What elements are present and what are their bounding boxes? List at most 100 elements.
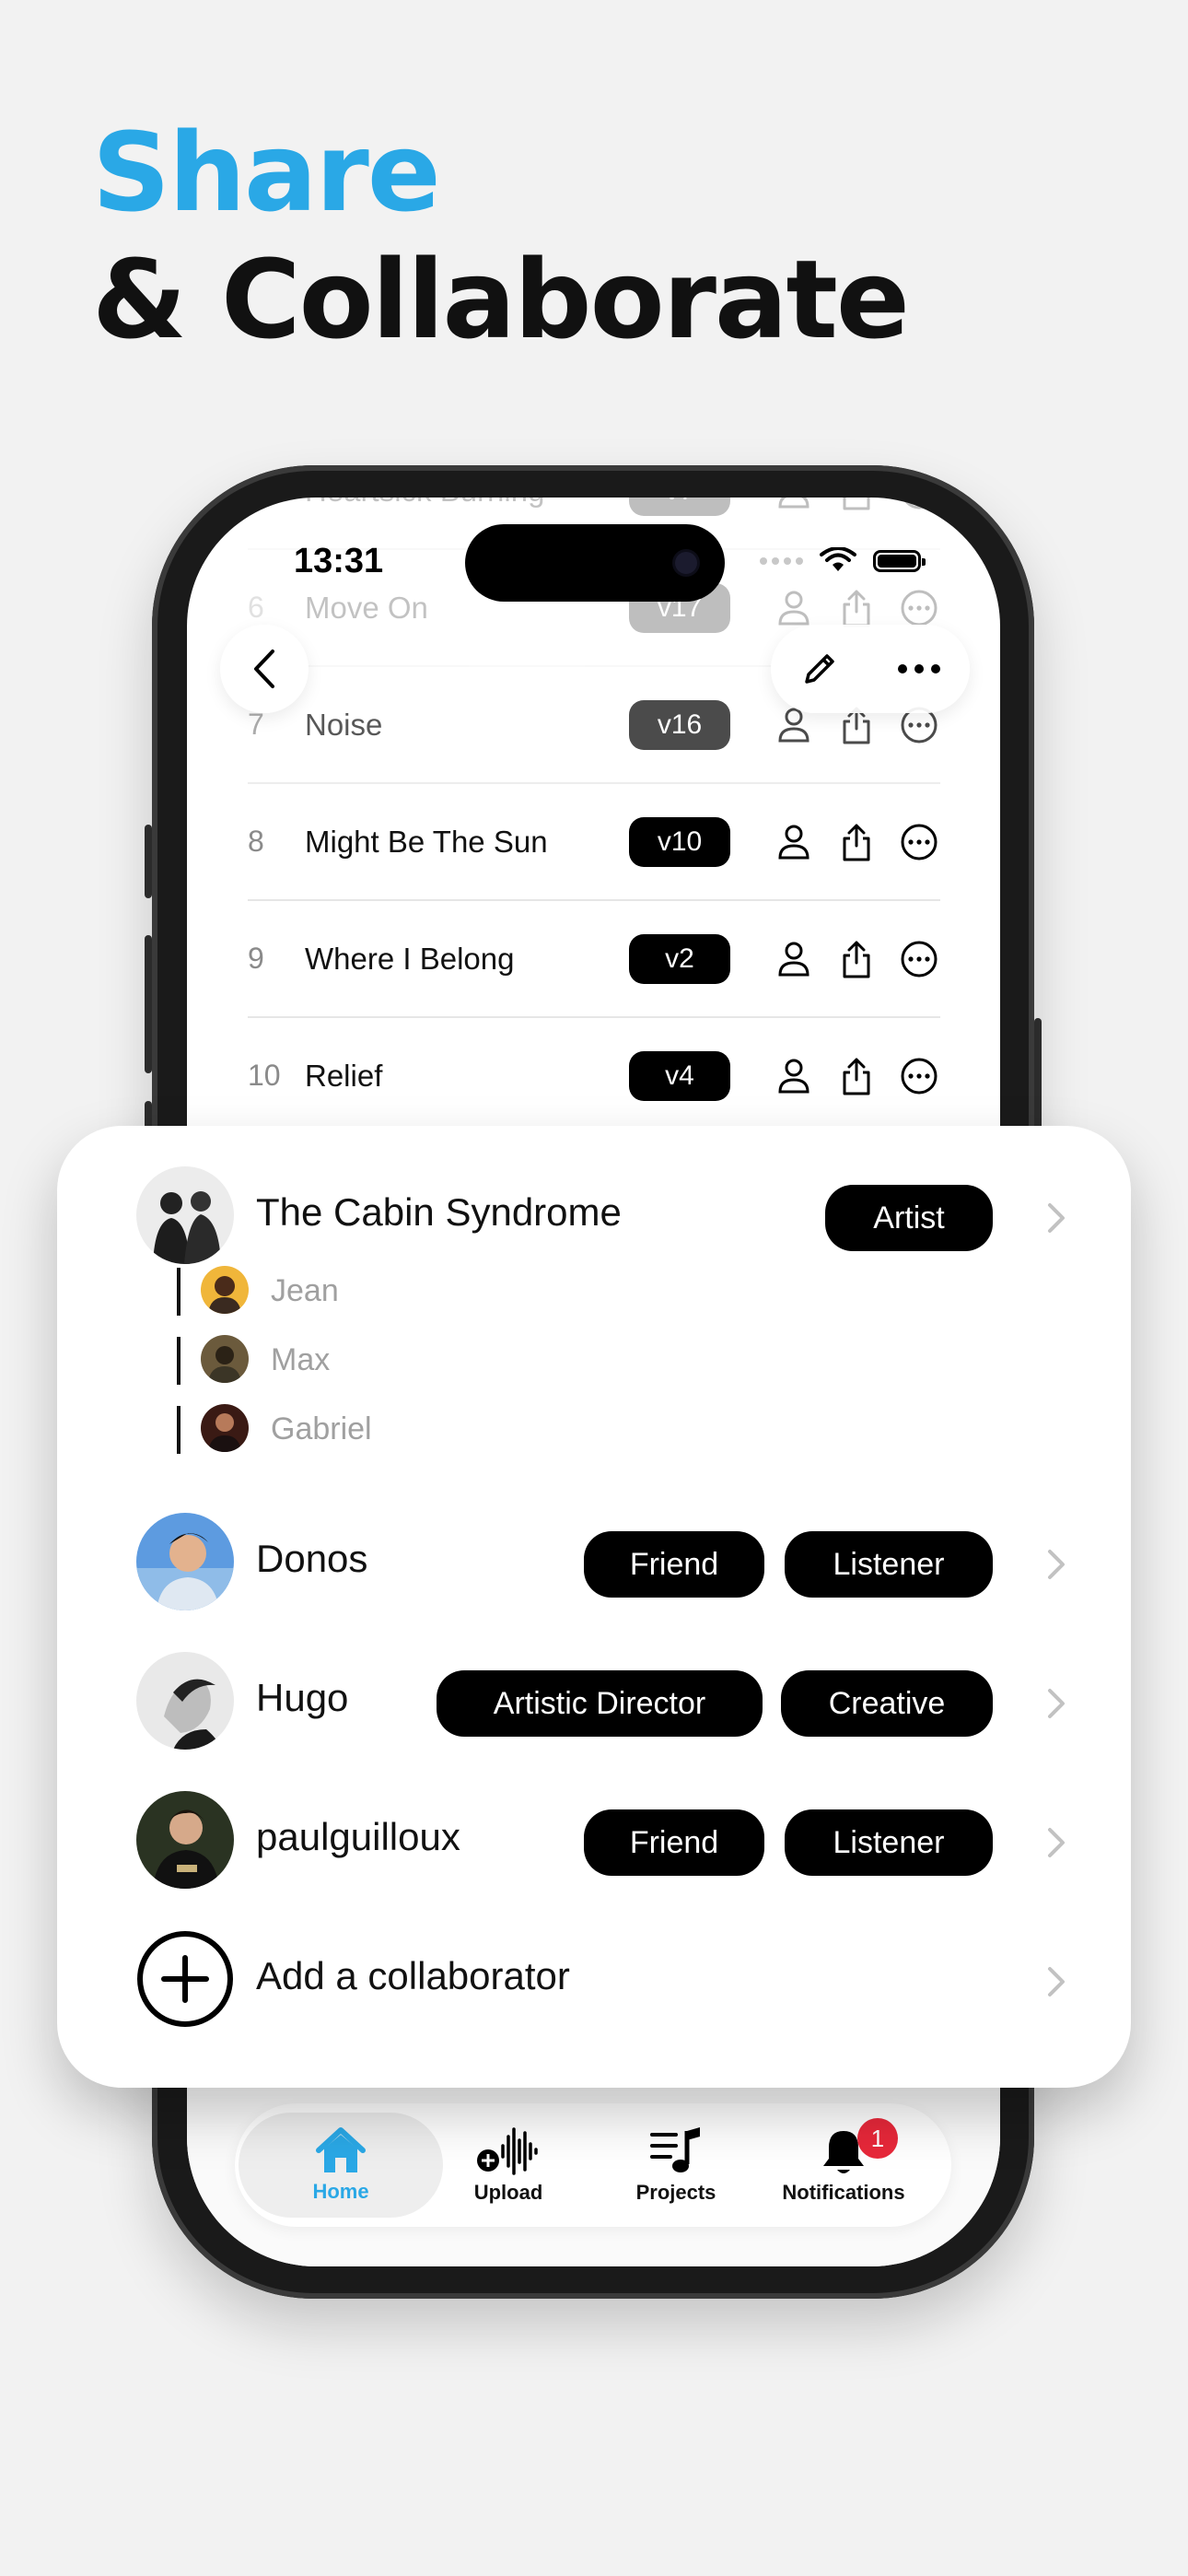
share-icon[interactable] xyxy=(835,1055,878,1097)
headline: Share & Collaborate xyxy=(92,109,910,363)
song-title: Noise xyxy=(305,707,383,742)
collaborator-row[interactable]: Hugo Artistic Director Creative xyxy=(136,1652,1066,1753)
more-circle-icon[interactable] xyxy=(898,587,940,629)
tab-label: Upload xyxy=(473,2181,543,2204)
notification-badge: 1 xyxy=(857,2118,898,2159)
status-time: 13:31 xyxy=(294,542,384,580)
chevron-right-icon xyxy=(1048,1203,1065,1233)
member-indent-bar xyxy=(177,1406,181,1454)
waveform-plus-icon xyxy=(477,2127,538,2175)
member-name: Max xyxy=(271,1342,331,1377)
collaborator-name: paulguilloux xyxy=(256,1815,460,1858)
status-icons xyxy=(760,547,926,575)
tab-label: Notifications xyxy=(782,2181,905,2204)
song-title: Where I Belong xyxy=(305,941,515,976)
more-circle-icon[interactable] xyxy=(898,1055,940,1097)
version-badge[interactable]: v4 xyxy=(629,1050,730,1101)
avatar xyxy=(201,1404,249,1452)
chevron-left-icon xyxy=(254,650,274,688)
role-pill: Artistic Director xyxy=(437,1670,763,1737)
collaborator-name: Hugo xyxy=(256,1676,349,1719)
dynamic-island xyxy=(465,524,725,602)
person-icon[interactable] xyxy=(773,938,815,980)
more-horizontal-icon[interactable] xyxy=(896,662,942,675)
song-title: Might Be The Sun xyxy=(305,824,548,859)
tab-bar: Home Upload Projects Notifications 1 xyxy=(235,2103,951,2227)
person-icon[interactable] xyxy=(773,821,815,863)
share-icon[interactable] xyxy=(835,587,878,629)
phone-volume-up xyxy=(145,935,152,1073)
role-pill: Listener xyxy=(785,1531,993,1598)
wifi-icon xyxy=(820,547,856,571)
phone-side-button xyxy=(145,825,152,898)
chevron-right-icon xyxy=(1048,1689,1065,1718)
person-icon[interactable] xyxy=(773,498,815,512)
share-icon[interactable] xyxy=(835,938,878,980)
tab-label: Projects xyxy=(635,2181,716,2204)
person-icon[interactable] xyxy=(773,1055,815,1097)
person-icon[interactable] xyxy=(773,587,815,629)
more-circle-icon[interactable] xyxy=(898,821,940,863)
add-collaborator-label: Add a collaborator xyxy=(256,1954,570,1997)
song-title: Heartsick Burning xyxy=(305,498,629,509)
collaborator-row[interactable]: Donos Friend Listener xyxy=(136,1513,1066,1614)
tab-notifications[interactable]: Notifications 1 xyxy=(741,2113,946,2218)
band-member[interactable]: Gabriel xyxy=(177,1402,545,1456)
version-badge[interactable]: v16 xyxy=(629,699,730,750)
avatar xyxy=(136,1791,234,1889)
member-name: Jean xyxy=(271,1273,339,1308)
band-member[interactable]: Jean xyxy=(177,1264,545,1317)
member-name: Gabriel xyxy=(271,1411,372,1446)
music-list-icon xyxy=(650,2127,700,2172)
collaborator-name: The Cabin Syndrome xyxy=(256,1190,622,1234)
avatar xyxy=(136,1652,234,1750)
song-number: 6 xyxy=(248,591,264,624)
member-indent-bar xyxy=(177,1337,181,1385)
avatar xyxy=(201,1335,249,1383)
song-number: 10 xyxy=(248,1059,281,1092)
chevron-right-icon xyxy=(1048,1550,1065,1579)
plus-circle-icon xyxy=(137,1931,233,2027)
house-icon xyxy=(316,2127,366,2172)
version-badge[interactable]: v2 xyxy=(629,933,730,984)
song-row[interactable]: 10 Relief v4 xyxy=(248,1018,940,1135)
collaborators-card: The Cabin Syndrome Artist Jean Max Gabri… xyxy=(57,1126,1131,2088)
role-pill: Creative xyxy=(781,1670,993,1737)
chevron-right-icon xyxy=(1048,1828,1065,1857)
role-pill: Artist xyxy=(825,1185,993,1251)
add-collaborator-button[interactable]: Add a collaborator xyxy=(136,1930,1066,2032)
song-row[interactable]: 9 Where I Belong v2 xyxy=(248,901,940,1018)
headline-line-2: & Collaborate xyxy=(92,236,910,363)
member-indent-bar xyxy=(177,1268,181,1316)
version-badge[interactable]: v7 xyxy=(629,498,730,516)
chevron-right-icon xyxy=(1048,1967,1065,1996)
back-button[interactable] xyxy=(220,625,309,713)
song-number: 9 xyxy=(248,942,264,975)
tab-label: Home xyxy=(312,2180,369,2203)
role-pill: Listener xyxy=(785,1809,993,1876)
song-number: 8 xyxy=(248,825,264,858)
role-pill: Friend xyxy=(584,1809,764,1876)
song-row[interactable]: 8 Might Be The Sun v10 xyxy=(248,784,940,901)
headline-line-1: Share xyxy=(92,109,441,236)
collaborator-row[interactable]: paulguilloux Friend Listener xyxy=(136,1791,1066,1892)
battery-icon xyxy=(873,550,926,572)
share-icon[interactable] xyxy=(835,821,878,863)
avatar xyxy=(136,1513,234,1610)
role-pill: Friend xyxy=(584,1531,764,1598)
collaborator-row-band[interactable]: The Cabin Syndrome Artist xyxy=(136,1166,1066,1268)
more-circle-icon[interactable] xyxy=(898,498,940,512)
cellular-icon xyxy=(760,557,803,565)
band-member[interactable]: Max xyxy=(177,1333,545,1387)
avatar xyxy=(201,1266,249,1314)
share-icon[interactable] xyxy=(835,498,878,512)
avatar xyxy=(136,1166,234,1264)
camera-icon xyxy=(675,552,697,574)
nav-actions xyxy=(771,625,970,713)
version-badge[interactable]: v10 xyxy=(629,816,730,867)
song-number: 7 xyxy=(248,708,264,741)
collaborator-name: Donos xyxy=(256,1537,368,1580)
edit-pencil-icon[interactable] xyxy=(799,649,840,689)
more-circle-icon[interactable] xyxy=(898,938,940,980)
song-title: Relief xyxy=(305,1058,383,1093)
